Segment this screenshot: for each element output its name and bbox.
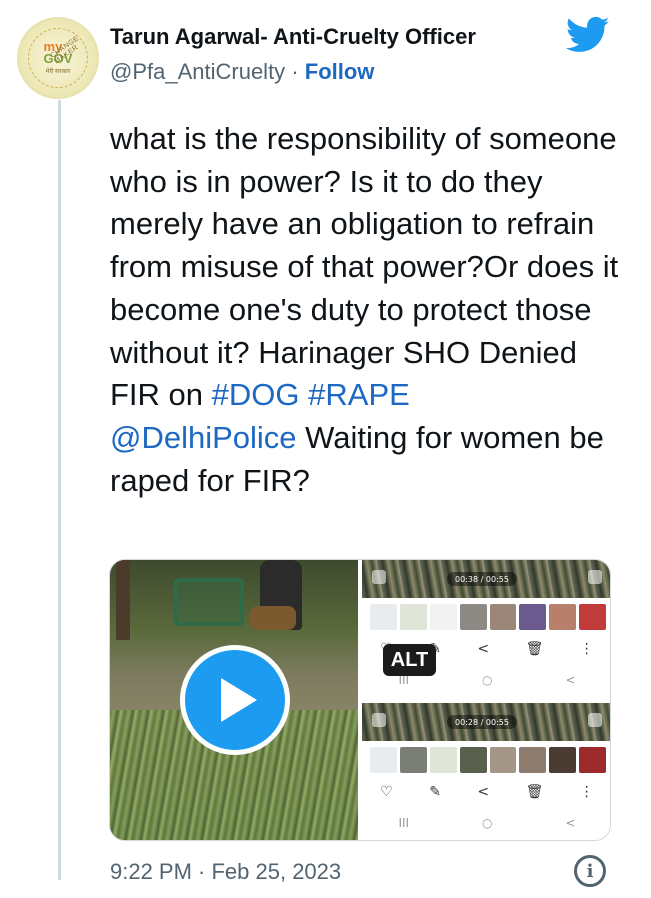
follow-button[interactable]: Follow [305,59,375,84]
home-icon: ○ [482,673,493,687]
alt-text-badge[interactable]: ALT [383,644,436,676]
info-icon[interactable]: i [574,855,606,887]
logo-tagline: मेरी सरकार [45,69,71,75]
thumb [579,747,606,773]
trash-icon: 🗑 [525,641,544,657]
thumb [429,747,457,773]
hashtag-dog[interactable]: #DOG [212,377,300,412]
mention-delhipolice[interactable]: @DelhiPolice [110,420,297,455]
tree-trunk [116,560,130,640]
handle-row: @Pfa_AntiCruelty · Follow [110,59,374,85]
camera-icon [372,713,386,727]
thumb [579,604,606,630]
recents-icon: III [398,816,410,830]
share-icon: < [477,784,490,800]
more-icon: ⋮ [579,784,594,800]
tweet-text-part: what is the responsibility of someone wh… [110,121,619,413]
hashtag-rape[interactable]: #RAPE [308,377,410,412]
thumb [429,604,457,630]
share-icon: < [477,641,490,657]
tweet-text-part [300,377,309,412]
tweet-text: what is the responsibility of someone wh… [110,118,630,502]
media-grid: 00:38 / 00:55 ♡ ✎ < 🗑 ⋮ III ○ < 00:28 / [109,559,611,841]
thumb [489,747,517,773]
play-icon[interactable] [180,645,290,755]
home-icon: ○ [482,816,493,830]
gallery-toolbar: ♡ ✎ < 🗑 ⋮ [362,781,610,803]
back-icon: < [565,673,576,687]
expand-icon [588,713,602,727]
thumb [549,747,577,773]
back-icon: < [565,816,576,830]
thumb [370,747,397,773]
thumb [549,604,577,630]
android-navbar: III ○ < [362,813,610,833]
tweet-timestamp[interactable]: 9:22 PM · Feb 25, 2023 [110,859,341,885]
video-time-pill: 00:38 / 00:55 [447,572,517,586]
heart-icon: ♡ [380,784,393,800]
thumb [459,604,487,630]
thumb [399,747,427,773]
author-name[interactable]: Tarun Agarwal- Anti-Cruelty Officer [110,24,476,50]
play-triangle [221,678,257,722]
thumb [370,604,397,630]
camera-icon [372,570,386,584]
avatar[interactable]: CHANGE MAKER my GOV मेरी सरकार [17,17,99,99]
separator-dot: · [291,59,299,84]
info-glyph: i [586,860,594,882]
pencil-icon: ✎ [429,784,441,800]
twitter-bird-icon[interactable] [566,16,610,54]
video-time-pill: 00:28 / 00:55 [447,715,517,729]
screenshot-image-2[interactable]: 00:28 / 00:55 ♡ ✎ < 🗑 ⋮ III ○ < [362,703,610,840]
screenshot-image-1[interactable]: 00:38 / 00:55 ♡ ✎ < 🗑 ⋮ III ○ < [362,560,610,699]
thumb [399,604,427,630]
thumb [519,747,547,773]
thumbnail-strip [370,747,606,773]
thumb [519,604,547,630]
thumb [489,604,517,630]
thread-line [58,100,61,880]
expand-icon [588,570,602,584]
thumbnail-strip [370,604,606,630]
park-bench [174,578,244,626]
trash-icon: 🗑 [525,784,544,800]
dog-figure [250,606,296,630]
thumb [459,747,487,773]
video-thumbnail[interactable] [110,560,358,840]
more-icon: ⋮ [579,641,594,657]
author-handle[interactable]: @Pfa_AntiCruelty [110,59,285,84]
